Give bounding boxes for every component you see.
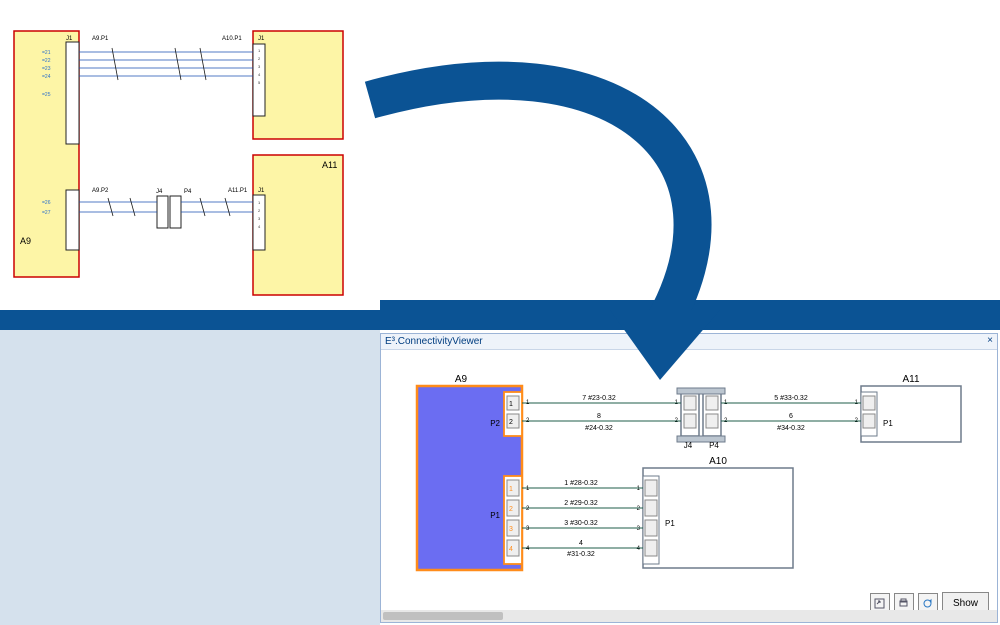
svg-text:#24-0.32: #24-0.32: [585, 425, 613, 432]
svg-text:1: 1: [526, 486, 530, 492]
source-schematic: A9 J1 =21 =22 =23 =24 =25 A9.P1 J1 A10.P…: [0, 0, 380, 310]
svg-text:1: 1: [509, 486, 513, 493]
svg-text:J1: J1: [258, 36, 265, 42]
svg-text:A11.P1: A11.P1: [228, 188, 248, 194]
svg-text:P4: P4: [184, 189, 192, 195]
svg-text:=26: =26: [42, 200, 51, 206]
svg-text:4: 4: [637, 546, 641, 552]
svg-text:2 #29-0.32: 2 #29-0.32: [564, 500, 598, 507]
svg-text:2: 2: [509, 506, 513, 513]
node-a10: [643, 468, 793, 568]
svg-text:=27: =27: [42, 210, 51, 216]
svg-text:A9.P1: A9.P1: [92, 36, 109, 42]
horizontal-scrollbar[interactable]: [381, 610, 997, 622]
viewer-title-text: E³.ConnectivityViewer: [385, 336, 483, 347]
svg-text:4: 4: [579, 540, 583, 547]
svg-text:P2: P2: [490, 419, 500, 428]
close-icon[interactable]: ×: [987, 335, 993, 346]
svg-text:J1: J1: [66, 36, 73, 42]
svg-text:J4: J4: [684, 441, 693, 450]
svg-text:1 #28-0.32: 1 #28-0.32: [564, 480, 598, 487]
left-pale-area: [0, 330, 380, 625]
svg-text:#31-0.32: #31-0.32: [567, 551, 595, 558]
svg-text:A10: A10: [709, 456, 727, 467]
svg-text:=25: =25: [42, 92, 51, 98]
svg-text:P4: P4: [709, 441, 719, 450]
svg-text:A9.P2: A9.P2: [92, 188, 109, 194]
svg-text:3: 3: [637, 526, 641, 532]
svg-text:8: 8: [597, 413, 601, 420]
svg-text:A11: A11: [902, 374, 919, 385]
svg-text:A11: A11: [322, 160, 337, 170]
svg-text:#34-0.32: #34-0.32: [777, 425, 805, 432]
svg-text:2: 2: [637, 506, 641, 512]
svg-text:P1: P1: [665, 519, 675, 528]
block-a11: [253, 155, 343, 295]
svg-text:=23: =23: [42, 66, 51, 72]
viewer-title-bar: E³.ConnectivityViewer ×: [381, 334, 997, 350]
svg-text:4: 4: [509, 546, 513, 553]
svg-text:2: 2: [526, 506, 530, 512]
svg-text:2: 2: [509, 419, 513, 426]
svg-text:=22: =22: [42, 58, 51, 64]
connectivity-viewer-window: E³.ConnectivityViewer × A9 P2 1 2 P1 1 2…: [380, 333, 998, 623]
scrollbar-thumb[interactable]: [383, 612, 503, 620]
svg-text:J1: J1: [258, 188, 265, 194]
svg-text:6: 6: [789, 413, 793, 420]
svg-text:P1: P1: [490, 511, 500, 520]
svg-text:A10.P1: A10.P1: [222, 36, 242, 42]
svg-text:3: 3: [509, 526, 513, 533]
svg-text:1: 1: [637, 486, 641, 492]
svg-text:P1: P1: [883, 419, 893, 428]
label-a9: A9: [20, 236, 31, 246]
svg-text:7 #23-0.32: 7 #23-0.32: [582, 395, 616, 402]
svg-text:=21: =21: [42, 50, 51, 56]
block-a10: [253, 31, 343, 139]
svg-text:5 #33-0.32: 5 #33-0.32: [774, 395, 808, 402]
svg-text:A9: A9: [455, 374, 468, 385]
svg-text:3 #30-0.32: 3 #30-0.32: [564, 520, 598, 527]
viewer-canvas: A9 P2 1 2 P1 1 2 3 4: [381, 350, 997, 622]
svg-text:1: 1: [509, 401, 513, 408]
svg-text:4: 4: [526, 546, 530, 552]
svg-text:3: 3: [526, 526, 530, 532]
svg-text:J4: J4: [156, 189, 163, 195]
svg-text:=24: =24: [42, 74, 51, 80]
